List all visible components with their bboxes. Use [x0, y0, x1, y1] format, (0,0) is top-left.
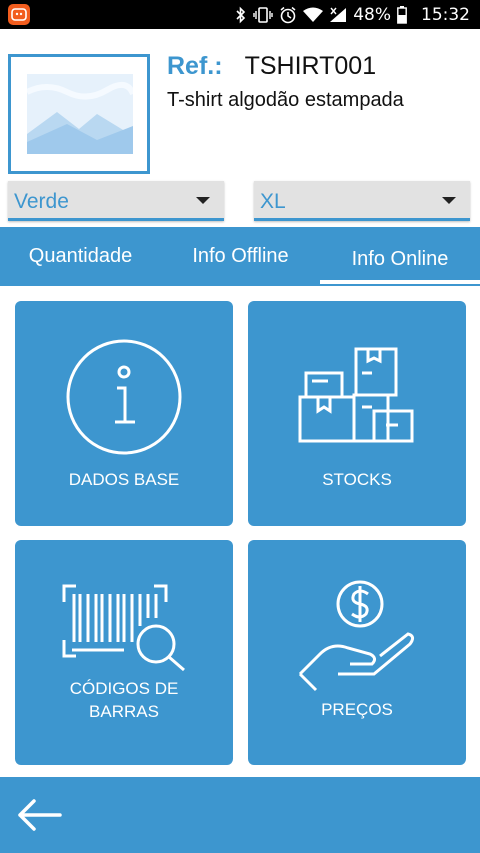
money-hand-icon	[298, 580, 415, 692]
codigos-label-line2: BARRAS	[89, 702, 159, 721]
battery-percent: 48%	[353, 4, 391, 25]
tab-quantidade[interactable]: Quantidade	[0, 227, 161, 286]
color-select-value: Verde	[14, 190, 69, 213]
tab-info-online[interactable]: Info Online	[320, 227, 480, 286]
codigos-label-line1: CÓDIGOS DE	[69, 679, 179, 698]
size-select[interactable]: XL	[254, 181, 470, 221]
status-bar: 48% 15:32	[0, 0, 480, 29]
app-notification-icon	[8, 4, 30, 25]
size-select-value: XL	[260, 190, 286, 213]
status-time: 15:32	[421, 4, 470, 25]
chevron-down-icon	[442, 197, 456, 204]
precos-label: PREÇOS	[321, 700, 393, 719]
stocks-label: STOCKS	[322, 470, 392, 489]
info-icon	[66, 339, 182, 455]
color-select[interactable]: Verde	[8, 181, 224, 221]
product-name: T-shirt algodão estampada	[167, 89, 404, 111]
stocks-button[interactable]: STOCKS	[248, 301, 466, 526]
alarm-icon	[280, 6, 296, 23]
bottom-bar	[0, 777, 480, 853]
product-reference: Ref.: TSHIRT001	[167, 52, 376, 86]
boxes-icon	[298, 347, 414, 443]
signal-icon	[330, 7, 347, 22]
codigos-de-barras-button[interactable]: CÓDIGOS DE BARRAS	[15, 540, 233, 765]
battery-icon	[397, 5, 407, 24]
dados-base-button[interactable]: DADOS BASE	[15, 301, 233, 526]
ref-label: Ref.:	[167, 52, 223, 80]
tab-bar: Quantidade Info Offline Info Online	[0, 227, 480, 286]
vibrate-icon	[253, 6, 273, 23]
precos-button[interactable]: PREÇOS	[248, 540, 466, 765]
arrow-left-icon	[18, 799, 62, 831]
back-button[interactable]	[14, 797, 64, 833]
tab-info-offline[interactable]: Info Offline	[161, 227, 320, 286]
wifi-icon	[303, 7, 324, 22]
dados-base-label: DADOS BASE	[68, 470, 180, 489]
chevron-down-icon	[196, 197, 210, 204]
active-tab-indicator	[320, 280, 480, 284]
product-image-placeholder[interactable]	[8, 54, 150, 174]
image-placeholder-icon	[27, 74, 133, 154]
barcode-search-icon	[62, 584, 185, 672]
bluetooth-icon	[236, 6, 246, 23]
ref-value: TSHIRT001	[244, 52, 377, 80]
